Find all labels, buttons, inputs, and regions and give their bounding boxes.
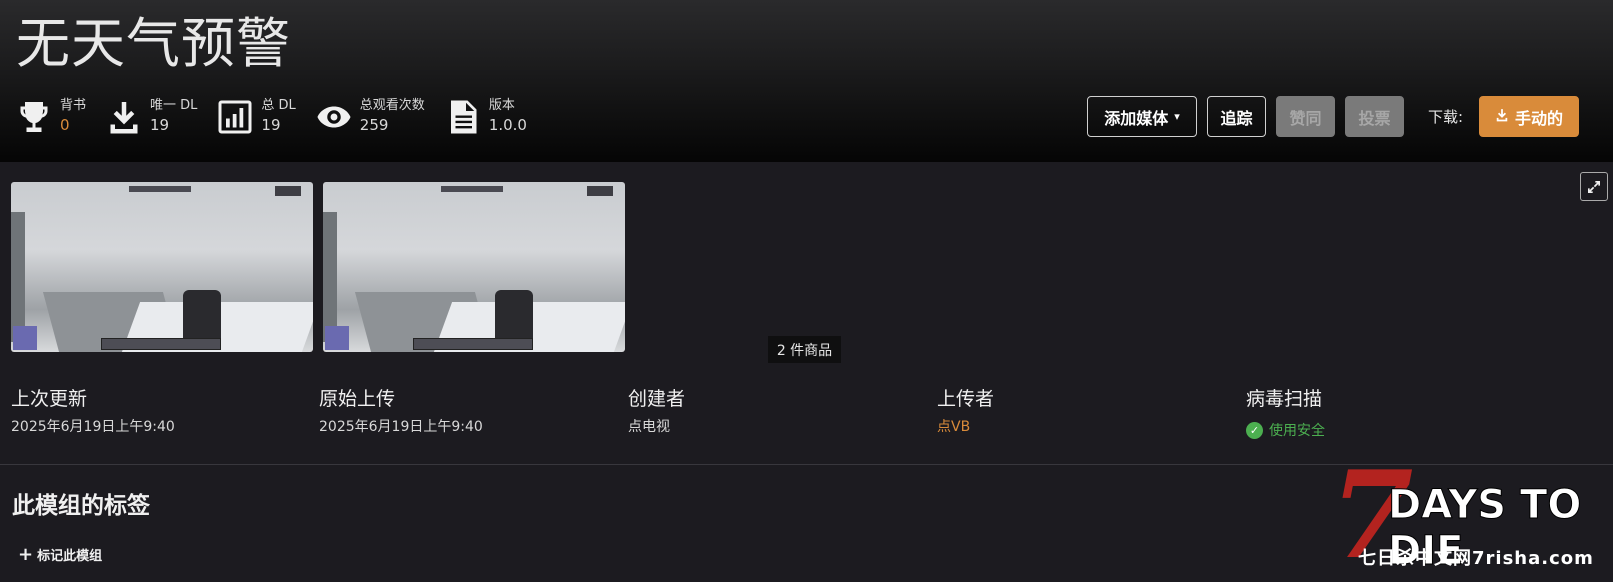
- stat-label: 版本: [488, 98, 515, 113]
- track-button[interactable]: 追踪: [1207, 96, 1266, 137]
- info-last-updated: 上次更新 2025年6月19日上午9:40: [11, 386, 175, 440]
- thumbnail-hud: [129, 186, 191, 192]
- check-circle-icon: ✓: [1246, 421, 1263, 439]
- tag-mod-label: 标记此模组: [37, 549, 103, 564]
- site-watermark: 7 DAYS TO DIE 七日杀中文网7risha.com: [1330, 452, 1610, 577]
- gallery-thumbnail[interactable]: [11, 182, 313, 352]
- tag-mod-button[interactable]: + 标记此模组: [18, 544, 102, 565]
- info-heading: 原始上传: [319, 388, 396, 410]
- info-heading: 上次更新: [11, 388, 88, 410]
- bar-chart-icon: [218, 100, 252, 134]
- stat-total-views: 总观看次数 259: [316, 98, 425, 136]
- creator-name: 点电视: [628, 419, 670, 435]
- manual-download-button[interactable]: 手动的: [1479, 96, 1580, 137]
- manual-download-label: 手动的: [1515, 108, 1564, 128]
- download-icon: [110, 102, 138, 134]
- thumbnail-stats: [13, 326, 37, 350]
- info-heading: 病毒扫描: [1246, 388, 1323, 410]
- mod-title: 无天气预警: [16, 12, 291, 75]
- stat-label: 唯一 DL: [150, 98, 198, 113]
- info-uploader: 上传者 点VB: [937, 386, 994, 440]
- thumbnail-weapon: [183, 290, 221, 340]
- document-icon: [450, 100, 477, 134]
- info-value: 2025年6月19日上午9:40: [11, 419, 175, 435]
- info-creator: 创建者 点电视: [628, 386, 685, 440]
- virus-scan-status[interactable]: ✓ 使用安全: [1246, 420, 1325, 440]
- download-label: 下载:: [1428, 108, 1464, 126]
- chevron-down-icon: ▾: [1174, 110, 1180, 123]
- info-heading: 创建者: [628, 388, 686, 410]
- stat-value: 1.0.0: [488, 116, 527, 134]
- tags-heading: 此模组的标签: [12, 493, 150, 519]
- gallery-thumbnail[interactable]: [323, 182, 625, 352]
- mod-stats: 背书 0 唯一 DL 19 总 DL 19 总观看次数 259 版本 1.0.0: [16, 98, 547, 136]
- endorse-button[interactable]: 赞同: [1276, 96, 1335, 137]
- stat-label: 总 DL: [261, 98, 296, 113]
- plus-icon: +: [18, 544, 34, 565]
- stat-value: 259: [359, 116, 389, 134]
- thumbnail-hud: [275, 186, 301, 196]
- thumbnail-stats: [325, 326, 349, 350]
- trophy-icon: [20, 102, 48, 132]
- stat-value: 0: [60, 116, 70, 134]
- watermark-site: 七日杀中文网7risha.com: [1358, 548, 1594, 569]
- expand-gallery-button[interactable]: [1580, 172, 1608, 201]
- thumbnail-weapon: [495, 290, 533, 340]
- eye-icon: [317, 106, 351, 128]
- mod-actions: 添加媒体 ▾ 追踪 赞同 投票 下载: 手动的: [1087, 96, 1580, 137]
- download-icon: [1495, 108, 1509, 126]
- vote-button[interactable]: 投票: [1345, 96, 1404, 137]
- stat-label: 总观看次数: [359, 98, 425, 113]
- info-heading: 上传者: [937, 388, 995, 410]
- info-virus-scan: 病毒扫描 ✓ 使用安全: [1246, 386, 1325, 440]
- gallery-count-badge: 2 件商品: [768, 336, 841, 363]
- thumbnail-trees: [11, 212, 25, 342]
- add-media-label: 添加媒体: [1104, 108, 1169, 128]
- expand-icon: [1588, 180, 1600, 193]
- add-media-button[interactable]: 添加媒体 ▾: [1087, 96, 1197, 137]
- thumbnail-hotbar: [413, 338, 533, 350]
- mod-header: 无天气预警 背书 0 唯一 DL 19 总 DL 19 总观看次数 259 版本…: [0, 0, 1613, 162]
- stat-endorsements: 背书 0: [16, 98, 86, 136]
- info-value: 2025年6月19日上午9:40: [319, 419, 483, 435]
- thumbnail-hud: [587, 186, 613, 196]
- stat-value: 19: [150, 116, 170, 134]
- thumbnail-hotbar: [101, 338, 221, 350]
- stat-version: 版本 1.0.0: [445, 98, 527, 136]
- stat-total-downloads: 总 DL 19: [217, 98, 296, 136]
- thumbnail-hud: [441, 186, 503, 192]
- stat-value: 19: [261, 116, 281, 134]
- thumbnail-trees: [323, 212, 337, 342]
- info-original-upload: 原始上传 2025年6月19日上午9:40: [319, 386, 483, 440]
- virus-scan-label: 使用安全: [1269, 423, 1325, 439]
- stat-unique-downloads: 唯一 DL 19: [106, 98, 197, 136]
- uploader-link[interactable]: 点VB: [937, 414, 994, 440]
- stat-label: 背书: [60, 98, 87, 113]
